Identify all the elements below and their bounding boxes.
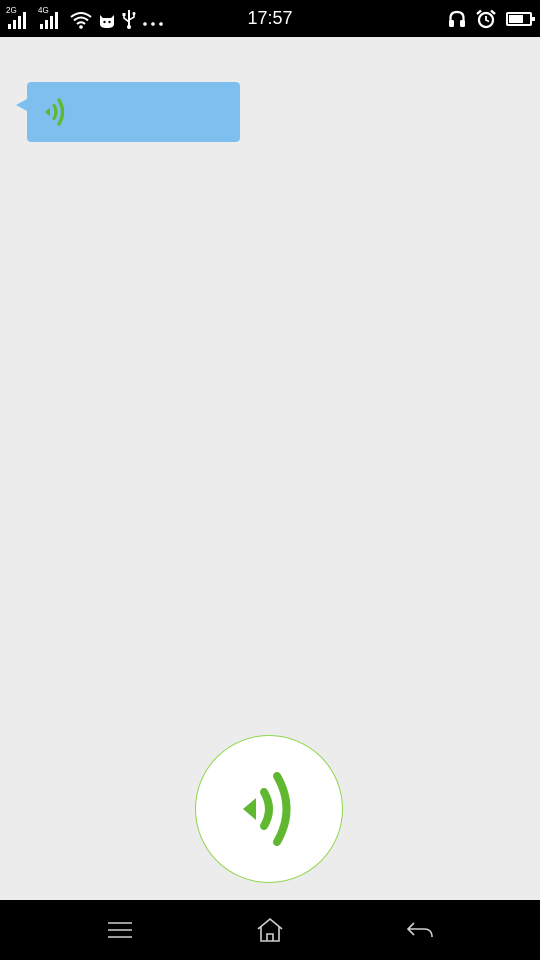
chat-area — [0, 37, 540, 900]
menu-icon — [108, 922, 132, 938]
navigation-bar — [0, 900, 540, 960]
voice-record-button[interactable] — [195, 735, 343, 883]
battery-icon — [506, 11, 535, 26]
bubble-tail — [16, 99, 27, 111]
voice-wave-icon — [45, 98, 65, 126]
back-button[interactable] — [390, 910, 450, 950]
status-bar: 2G 4G 17:57 — [0, 0, 540, 37]
back-icon — [406, 922, 433, 938]
menu-button[interactable] — [90, 910, 150, 950]
voice-wave-icon — [243, 772, 291, 846]
home-icon — [257, 917, 283, 942]
home-button[interactable] — [240, 910, 300, 950]
headset-icon — [449, 10, 465, 27]
voice-message-bubble[interactable] — [27, 82, 240, 142]
status-right-icons — [448, 8, 535, 29]
alarm-icon — [476, 9, 496, 28]
